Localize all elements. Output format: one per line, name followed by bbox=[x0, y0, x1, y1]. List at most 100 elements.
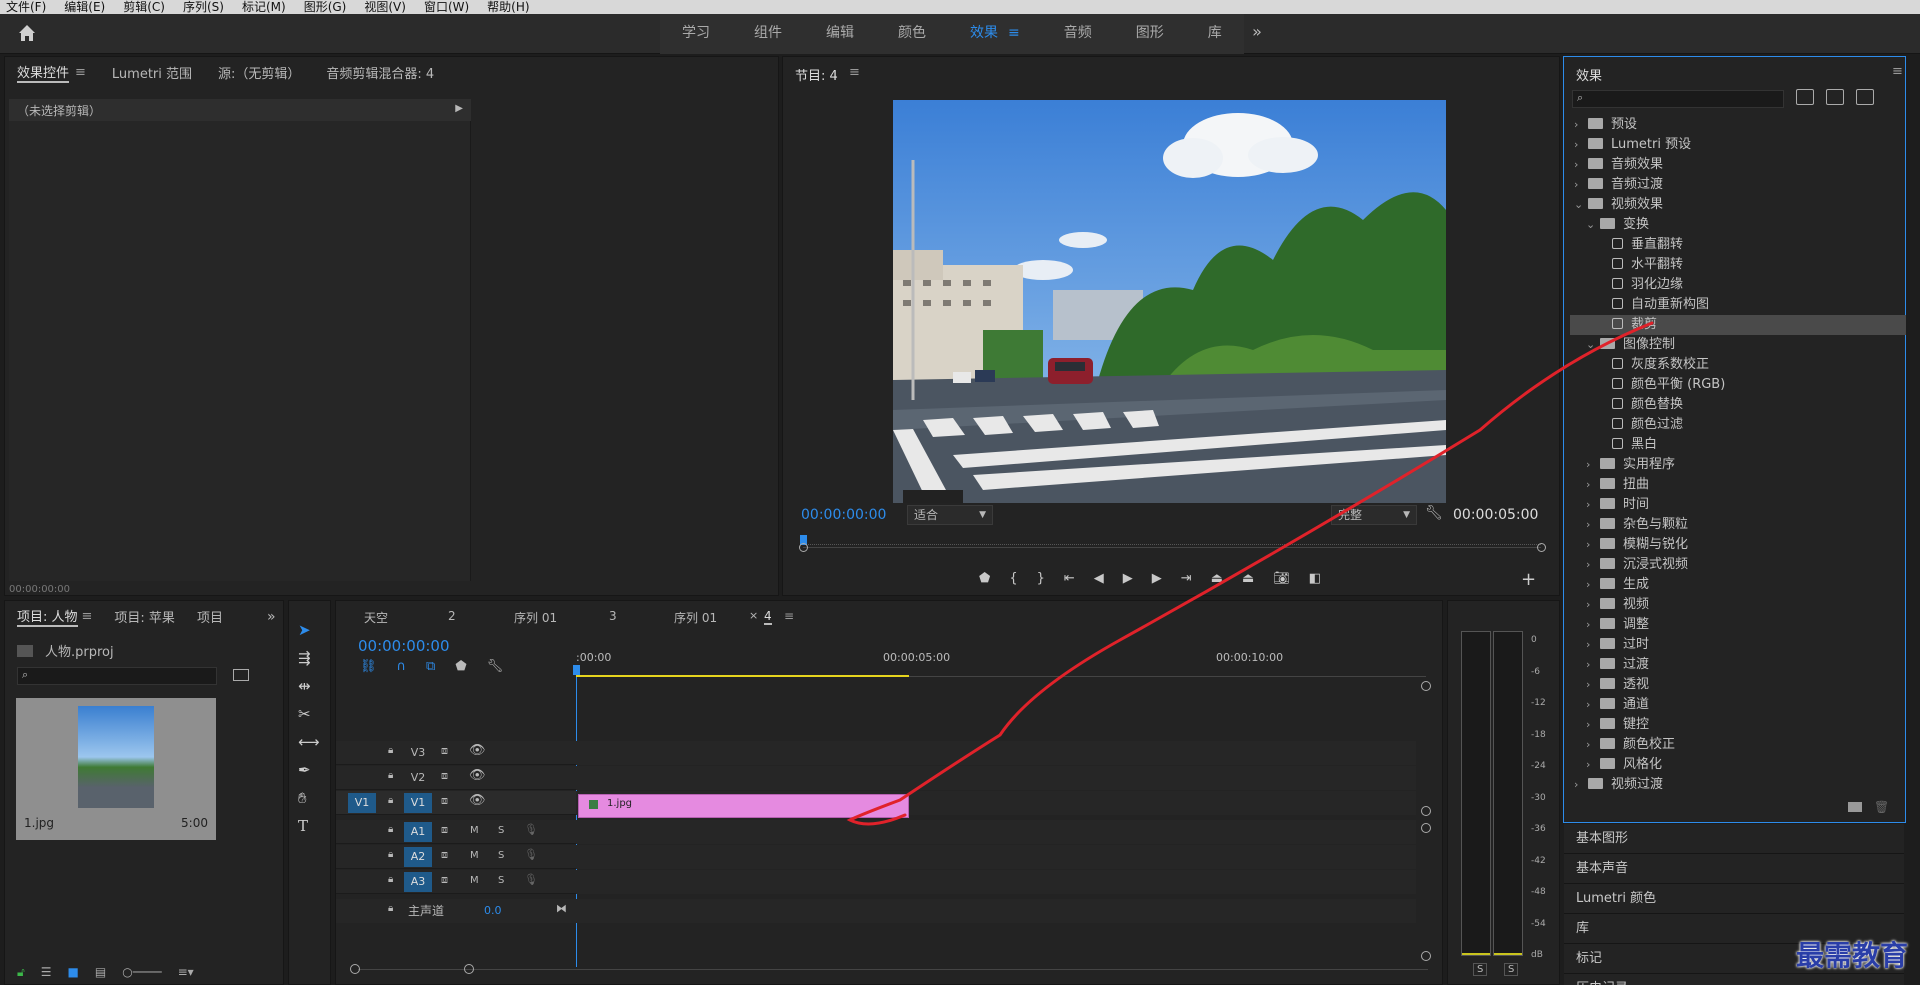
chevron-right-icon[interactable]: › bbox=[1586, 515, 1600, 535]
workspace-tab-2[interactable]: 编辑 bbox=[804, 14, 876, 54]
slip-tool-icon[interactable]: ⟷ bbox=[298, 733, 320, 751]
timeline-tab-2[interactable]: 序列 01 bbox=[514, 609, 557, 626]
project-search-input[interactable]: ⌕ bbox=[17, 667, 217, 685]
v-scroll-handle-top[interactable] bbox=[1421, 681, 1431, 691]
sort-icon[interactable]: ≡▾ bbox=[178, 965, 194, 980]
menu-item-5[interactable]: 图形(G) bbox=[304, 0, 347, 14]
timeline-timecode[interactable]: 00:00:00:00 bbox=[358, 637, 450, 655]
accelerated-effects-icon[interactable] bbox=[1796, 89, 1814, 105]
effect-tree-item[interactable]: 黑白 bbox=[1570, 435, 1906, 455]
program-video-frame[interactable] bbox=[893, 100, 1446, 503]
work-area-bar[interactable] bbox=[576, 675, 909, 677]
effects-menu-icon[interactable]: ≡ bbox=[1892, 64, 1903, 79]
effect-tree-item[interactable]: 颜色替换 bbox=[1570, 395, 1906, 415]
type-tool-icon[interactable]: T bbox=[298, 817, 320, 835]
extract-icon[interactable]: ⏏ bbox=[1242, 571, 1254, 593]
effect-tree-item[interactable]: ⌄ 视频效果 bbox=[1570, 195, 1906, 215]
master-keyframe-icon[interactable]: ⧓ bbox=[556, 902, 567, 915]
chevron-down-icon[interactable]: ⌄ bbox=[1586, 335, 1600, 355]
program-menu-icon[interactable]: ≡ bbox=[849, 65, 860, 80]
workspace-menu-icon[interactable]: ≡ bbox=[1008, 14, 1042, 54]
track-select-tool-icon[interactable]: ⇶ bbox=[298, 649, 320, 667]
timeline-tab-1[interactable]: 2 bbox=[448, 609, 456, 623]
track-lane[interactable] bbox=[576, 820, 1416, 844]
track-lane[interactable] bbox=[576, 870, 1416, 894]
ec-tab-3[interactable]: 音频剪辑混合器: 4 bbox=[326, 63, 434, 82]
fit-select[interactable]: 适合 ▼ bbox=[907, 505, 993, 525]
project-menu-icon[interactable]: ≡ bbox=[82, 609, 93, 624]
effect-tree-item[interactable]: › 生成 bbox=[1570, 575, 1906, 595]
track-target-a[interactable]: A1 bbox=[404, 822, 432, 842]
track-lane[interactable] bbox=[576, 845, 1416, 869]
list-view-icon[interactable]: ☰ bbox=[41, 965, 52, 980]
chevron-right-icon[interactable]: › bbox=[1574, 115, 1588, 135]
track-lock-icon[interactable]: 🔒︎ bbox=[388, 795, 393, 806]
timeline-h-scrollbar[interactable] bbox=[350, 964, 1438, 975]
chevron-right-icon[interactable]: › bbox=[1586, 635, 1600, 655]
sync-lock-icon[interactable]: ⧈ bbox=[441, 769, 448, 783]
chevron-right-icon[interactable]: › bbox=[1574, 155, 1588, 175]
master-track-value[interactable]: 0.0 bbox=[484, 904, 502, 917]
track-target-v[interactable]: V3 bbox=[404, 743, 432, 763]
lift-icon[interactable]: ⏏ bbox=[1211, 571, 1223, 593]
track-target-v[interactable]: V2 bbox=[404, 768, 432, 788]
track-lane[interactable] bbox=[576, 741, 1416, 765]
chevron-right-icon[interactable]: › bbox=[1586, 555, 1600, 575]
sync-lock-icon[interactable]: ⧈ bbox=[441, 873, 448, 887]
chevron-right-icon[interactable]: › bbox=[1586, 615, 1600, 635]
sync-lock-icon[interactable]: ⧈ bbox=[441, 744, 448, 758]
in-point-handle[interactable] bbox=[799, 543, 808, 552]
effect-tree-item[interactable]: 颜色过滤 bbox=[1570, 415, 1906, 435]
out-point-handle[interactable] bbox=[1537, 543, 1546, 552]
ec-tab-1[interactable]: Lumetri 范围 bbox=[112, 63, 192, 82]
side-panel-2[interactable]: Lumetri 颜色 bbox=[1564, 884, 1904, 914]
track-lock-icon[interactable]: 🔒︎ bbox=[388, 874, 393, 885]
menu-item-6[interactable]: 视图(V) bbox=[364, 0, 406, 14]
chevron-down-icon[interactable]: ⌄ bbox=[1586, 215, 1600, 235]
menu-item-8[interactable]: 帮助(H) bbox=[487, 0, 529, 14]
v-scroll-handle-bottom[interactable] bbox=[1421, 951, 1431, 961]
sync-lock-icon[interactable]: ⧈ bbox=[441, 823, 448, 837]
effect-tree-item[interactable]: › 视频 bbox=[1570, 595, 1906, 615]
track-lock-icon[interactable]: 🔒︎ bbox=[388, 903, 393, 914]
scroll-handle-left[interactable] bbox=[350, 964, 360, 974]
chevron-right-icon[interactable]: › bbox=[1586, 695, 1600, 715]
razor-tool-icon[interactable]: ✂︎ bbox=[298, 705, 320, 723]
effect-tree-item[interactable]: 灰度系数校正 bbox=[1570, 355, 1906, 375]
source-patch-v1[interactable]: V1 bbox=[348, 793, 376, 813]
add-marker-icon[interactable]: ⬟ bbox=[979, 571, 990, 593]
go-to-in-icon[interactable]: ⇤ bbox=[1064, 571, 1075, 593]
track-target-a[interactable]: A2 bbox=[404, 847, 432, 867]
workspace-tab-0[interactable]: 学习 bbox=[660, 14, 732, 54]
effect-tree-item[interactable]: › 扭曲 bbox=[1570, 475, 1906, 495]
menu-item-3[interactable]: 序列(S) bbox=[183, 0, 224, 14]
effect-tree-item[interactable]: › 预设 bbox=[1570, 115, 1906, 135]
timeline-clip[interactable]: 1.jpg bbox=[578, 794, 909, 818]
scroll-handle-right[interactable] bbox=[464, 964, 474, 974]
trash-icon[interactable]: 🗑︎ bbox=[1874, 800, 1889, 814]
effect-tree-item[interactable]: › 透视 bbox=[1570, 675, 1906, 695]
mark-out-icon[interactable]: } bbox=[1037, 571, 1045, 593]
mute-button[interactable]: M bbox=[470, 825, 479, 836]
step-back-icon[interactable]: ◀ bbox=[1094, 571, 1104, 593]
eye-icon[interactable]: 👁︎ bbox=[469, 768, 486, 783]
project-tab-2[interactable]: 项目 bbox=[197, 607, 223, 626]
timeline-ruler[interactable]: :00:00 00:00:05:00 00:00:10:00 bbox=[573, 651, 1426, 677]
effect-tree-item[interactable]: › 视频过渡 bbox=[1570, 775, 1906, 795]
track-lock-icon[interactable]: 🔒︎ bbox=[388, 824, 393, 835]
icon-view-icon[interactable]: ■ bbox=[68, 965, 79, 980]
ripple-edit-tool-icon[interactable]: ⇹ bbox=[298, 677, 320, 695]
step-forward-icon[interactable]: ▶ bbox=[1152, 571, 1162, 593]
freeform-view-icon[interactable]: ▤ bbox=[95, 965, 106, 980]
camera-icon[interactable]: 📷︎ bbox=[1273, 571, 1290, 593]
effect-tree-item[interactable]: › 模糊与锐化 bbox=[1570, 535, 1906, 555]
sync-lock-icon[interactable]: ⧈ bbox=[441, 848, 448, 862]
nest-toggle-icon[interactable]: ⛓︎ bbox=[360, 659, 377, 674]
solo-button[interactable]: S bbox=[498, 875, 504, 886]
chevron-right-icon[interactable]: › bbox=[1586, 715, 1600, 735]
ec-tab-2[interactable]: 源:（无剪辑） bbox=[218, 63, 300, 82]
side-panel-1[interactable]: 基本声音 bbox=[1564, 854, 1904, 884]
chevron-right-icon[interactable]: › bbox=[1574, 775, 1588, 795]
effect-tree-item[interactable]: › 调整 bbox=[1570, 615, 1906, 635]
chevron-right-icon[interactable]: › bbox=[1574, 135, 1588, 155]
